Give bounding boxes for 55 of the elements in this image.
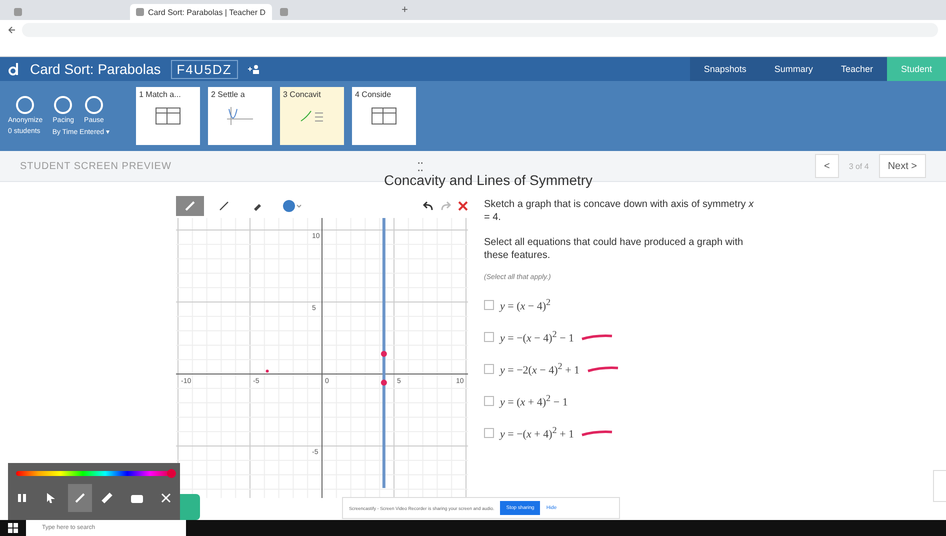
line-icon (218, 200, 230, 212)
site-icon (136, 8, 144, 16)
next-button[interactable]: Next > (878, 154, 926, 178)
browser-tab[interactable]: Card Sort: Parabolas | Teacher D (130, 4, 272, 20)
camera-icon (130, 494, 143, 502)
question-text: Select all equations that could have produced a graph with these features. (484, 236, 744, 262)
equation-option[interactable]: y = −2(x − 4)$^{2}$ + 1 (500, 361, 580, 377)
pause-icon (17, 493, 28, 503)
page-indicator: 3 of 4 (848, 162, 870, 170)
cursor-icon (46, 492, 56, 504)
point-marker (380, 350, 387, 357)
close-icon (160, 493, 171, 503)
checkbox[interactable] (484, 300, 494, 310)
site-icon (14, 8, 22, 16)
screen-card[interactable]: 4 Conside (352, 87, 416, 145)
activity-title: Card Sort: Parabolas (30, 61, 161, 77)
prompt-text: Sketch a graph that is concave down with axis of symmetry x = 4. (484, 198, 754, 224)
point-marker (380, 380, 387, 386)
marker-icon (101, 492, 116, 504)
view-tab[interactable]: Snapshots (690, 57, 760, 81)
checkbox[interactable] (484, 396, 494, 406)
screen-card[interactable]: 1 Match a... (136, 87, 200, 145)
color-picker-icon (282, 199, 302, 213)
screen-card[interactable]: 3 Concavit (280, 87, 344, 145)
checkbox[interactable] (484, 332, 494, 342)
windows-icon[interactable] (8, 523, 18, 533)
color-slider-thumb[interactable] (167, 469, 176, 478)
checkbox[interactable] (484, 428, 494, 438)
preview-label: STUDENT SCREEN PREVIEW (20, 160, 172, 172)
point-marker (266, 370, 269, 373)
equation-option[interactable]: y = (x − 4)$^{2}$ (500, 297, 551, 313)
view-tab[interactable]: Teacher (826, 57, 887, 81)
add-people-icon[interactable] (248, 64, 260, 74)
undo-icon[interactable] (422, 201, 434, 211)
table-icon (371, 107, 397, 125)
site-icon (280, 8, 288, 16)
previous-button[interactable]: < (814, 154, 839, 178)
screen-card[interactable]: 2 Settle a (208, 87, 272, 145)
back-icon[interactable] (8, 26, 16, 34)
class-code: F4U5DZ (170, 60, 238, 78)
screen-heading: Concavity and Lines of Symmetry (384, 172, 593, 188)
logo-icon (8, 62, 20, 76)
graph-thumbnail-icon (227, 107, 253, 125)
pen-icon (74, 492, 86, 504)
annotation-tool[interactable] (68, 484, 92, 512)
pencil-icon (184, 200, 196, 212)
new-tab-button[interactable]: + (396, 4, 414, 16)
equation-option[interactable]: y = −(x − 4)$^{2}$ − 1 (500, 329, 574, 345)
equation-option[interactable]: y = (x + 4)$^{2}$ − 1 (500, 393, 568, 409)
table-icon (155, 107, 181, 125)
view-tab[interactable]: Summary (760, 57, 827, 81)
drag-handle[interactable]: ⁚⁚ (417, 158, 815, 174)
equation-option[interactable]: y = −(x + 4)$^{2}$ + 1 (500, 425, 574, 441)
clear-icon[interactable] (458, 201, 468, 211)
checkbox[interactable] (484, 364, 494, 374)
